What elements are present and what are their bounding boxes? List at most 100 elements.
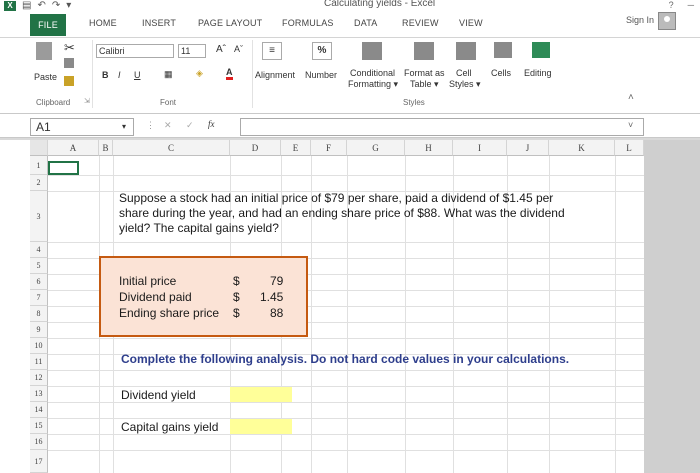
percent-icon[interactable]: % xyxy=(312,42,332,60)
row-header[interactable]: 1 xyxy=(30,156,48,175)
row-header[interactable]: 3 xyxy=(30,191,48,242)
row-header[interactable]: 14 xyxy=(30,402,48,418)
row-header[interactable]: 4 xyxy=(30,242,48,258)
grow-font-button[interactable]: Aˆ xyxy=(216,44,226,55)
column-header[interactable]: A xyxy=(48,140,99,156)
select-all-corner[interactable] xyxy=(30,140,48,156)
conditional-formatting-icon[interactable] xyxy=(362,42,382,60)
output-label[interactable]: Capital gains yield xyxy=(121,421,218,434)
font-name-select[interactable]: Calibri xyxy=(96,44,174,58)
conditional-formatting-button[interactable]: Conditional xyxy=(350,68,395,78)
undo-icon[interactable]: ↶ xyxy=(37,1,45,11)
name-box[interactable]: A1 xyxy=(30,118,134,136)
row-header[interactable]: 11 xyxy=(30,354,48,370)
row-header[interactable]: 7 xyxy=(30,290,48,306)
redo-icon[interactable]: ↷ xyxy=(52,1,60,11)
row-header[interactable]: 17 xyxy=(30,450,48,473)
column-header[interactable]: J xyxy=(507,140,549,156)
row-header[interactable]: 5 xyxy=(30,258,48,274)
tab-page-layout[interactable]: PAGE LAYOUT xyxy=(198,18,262,28)
row-header[interactable]: 6 xyxy=(30,274,48,290)
copy-icon[interactable] xyxy=(64,58,74,68)
column-header[interactable]: K xyxy=(549,140,615,156)
insert-function-button[interactable]: fx xyxy=(208,119,215,129)
column-header[interactable]: B xyxy=(99,140,113,156)
column-header[interactable]: H xyxy=(405,140,453,156)
input-currency: $ xyxy=(233,306,240,320)
cells-icon[interactable] xyxy=(494,42,512,58)
tab-home[interactable]: HOME xyxy=(89,18,117,28)
cut-icon[interactable]: ✂ xyxy=(64,40,75,56)
input-currency: $ xyxy=(233,274,240,288)
underline-button[interactable]: U xyxy=(134,70,141,80)
customize-qat-icon[interactable]: ▾ xyxy=(66,1,71,11)
expand-formula-icon[interactable]: ˅ xyxy=(628,120,633,130)
dividend-yield-input[interactable] xyxy=(230,387,292,402)
column-header[interactable]: F xyxy=(311,140,347,156)
font-size-select[interactable]: 11 xyxy=(178,44,206,58)
tab-insert[interactable]: INSERT xyxy=(142,18,176,28)
alignment-icon[interactable]: ≡ xyxy=(262,42,282,60)
input-value[interactable]: 88 xyxy=(270,307,283,320)
avatar-icon[interactable] xyxy=(658,12,676,30)
cell-styles-icon[interactable] xyxy=(456,42,476,60)
tab-data[interactable]: DATA xyxy=(354,18,377,28)
minimize-icon[interactable]: ─ xyxy=(688,0,694,10)
shrink-font-button[interactable]: Aˇ xyxy=(234,44,243,54)
row-header[interactable]: 12 xyxy=(30,370,48,386)
editing-button[interactable]: Editing xyxy=(524,68,552,78)
input-value[interactable]: 1.45 xyxy=(260,291,283,304)
format-painter-icon[interactable] xyxy=(64,76,74,86)
bold-button[interactable]: B xyxy=(102,70,109,80)
column-header[interactable]: E xyxy=(281,140,311,156)
row-header[interactable]: 15 xyxy=(30,418,48,434)
clipboard-launcher-icon[interactable]: ⇲ xyxy=(84,97,90,105)
sign-in-link[interactable]: Sign In xyxy=(626,15,654,25)
number-button[interactable]: Number xyxy=(305,70,337,80)
active-cell-a1[interactable] xyxy=(48,161,79,175)
editing-icon[interactable] xyxy=(532,42,550,58)
enter-icon[interactable]: ✓ xyxy=(186,120,194,131)
column-header[interactable]: G xyxy=(347,140,405,156)
row-header[interactable]: 16 xyxy=(30,434,48,450)
row-header[interactable]: 10 xyxy=(30,338,48,354)
collapse-ribbon-icon[interactable]: ˄ xyxy=(628,92,634,103)
save-icon[interactable]: ▤ xyxy=(22,1,31,11)
cell-styles-button[interactable]: Cell xyxy=(456,68,472,78)
column-header[interactable]: D xyxy=(230,140,281,156)
tab-review[interactable]: REVIEW xyxy=(402,18,439,28)
column-header[interactable]: I xyxy=(453,140,507,156)
font-color-icon[interactable]: A xyxy=(226,68,233,80)
format-as-table-button[interactable]: Format as xyxy=(404,68,445,78)
borders-icon[interactable]: ▦ xyxy=(164,69,173,80)
paste-icon[interactable] xyxy=(36,42,52,60)
row-header[interactable]: 2 xyxy=(30,175,48,191)
help-icon[interactable]: ? xyxy=(669,0,674,10)
tab-file[interactable]: FILE xyxy=(30,14,66,36)
row-header[interactable]: 9 xyxy=(30,322,48,338)
column-header[interactable]: L xyxy=(615,140,644,156)
input-label[interactable]: Dividend paid xyxy=(119,291,192,304)
input-label[interactable]: Ending share price xyxy=(119,307,219,320)
cancel-icon[interactable]: ✕ xyxy=(164,120,172,131)
worksheet-grid[interactable]: A B C D E F G H I J K L 1 2 3 4 5 6 7 8 … xyxy=(0,140,700,473)
alignment-button[interactable]: Alignment xyxy=(255,70,295,80)
italic-button[interactable]: I xyxy=(118,70,121,80)
fill-color-icon[interactable]: ◈ xyxy=(196,68,203,79)
capital-gains-yield-input[interactable] xyxy=(230,419,292,434)
excel-logo-icon: X xyxy=(4,1,16,11)
output-label[interactable]: Dividend yield xyxy=(121,389,196,402)
cells-button[interactable]: Cells xyxy=(491,68,511,78)
column-header[interactable]: C xyxy=(113,140,230,156)
conditional-formatting-label-2: Formatting ▾ xyxy=(348,79,399,89)
tab-formulas[interactable]: FORMULAS xyxy=(282,18,334,28)
paste-button[interactable]: Paste xyxy=(34,72,57,82)
input-label[interactable]: Initial price xyxy=(119,275,176,288)
name-box-dropdown-icon[interactable]: ▾ xyxy=(122,122,126,131)
formula-input[interactable] xyxy=(240,118,644,136)
tab-view[interactable]: VIEW xyxy=(459,18,483,28)
row-header[interactable]: 13 xyxy=(30,386,48,402)
format-as-table-icon[interactable] xyxy=(414,42,434,60)
row-header[interactable]: 8 xyxy=(30,306,48,322)
input-value[interactable]: 79 xyxy=(270,275,283,288)
